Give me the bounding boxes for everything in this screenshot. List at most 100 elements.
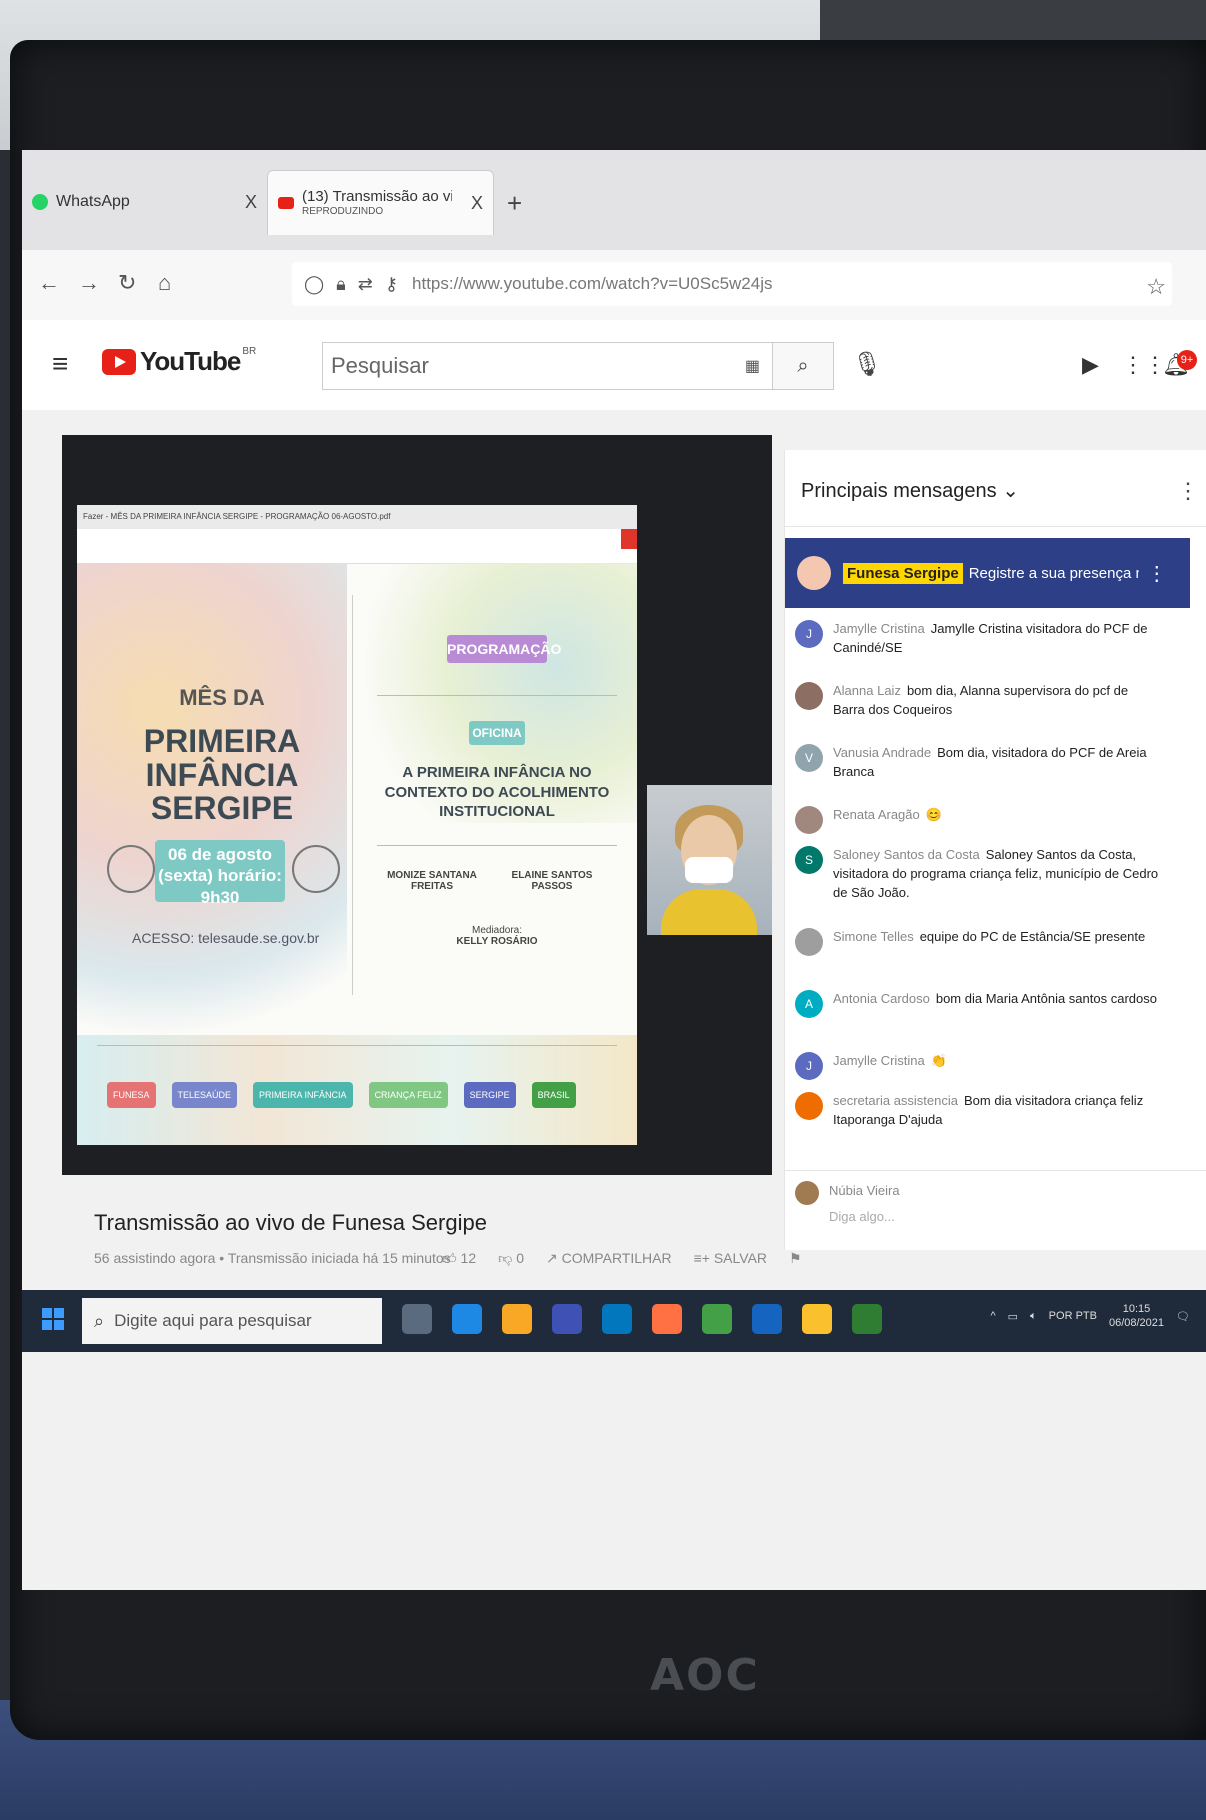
whatsapp-icon xyxy=(32,194,48,210)
chat-text: 👏 xyxy=(930,1053,947,1068)
like-button[interactable]: 👍︎ 12 xyxy=(442,1250,476,1267)
chat-message: A Antonia Cardoso bom dia Maria Antônia s… xyxy=(795,990,1195,1018)
chat-message: V Vanusia Andrade Bom dia, visitadora do … xyxy=(795,744,1195,782)
apps-grid-icon[interactable]: ⋮⋮ xyxy=(1122,352,1166,378)
avatar: J xyxy=(795,620,823,648)
chat-mode-dropdown[interactable]: Principais mensagens ⌄ xyxy=(801,478,1019,503)
create-video-icon[interactable]: ▶︎ xyxy=(1082,352,1099,378)
dislike-button[interactable]: 👎︎ 0 xyxy=(498,1250,524,1267)
reload-icon[interactable]: ↻ xyxy=(118,270,136,296)
new-tab-button[interactable]: + xyxy=(507,188,522,219)
share-icon: ↗ xyxy=(546,1250,558,1266)
volume-icon[interactable]: 🔈︎ xyxy=(1030,1310,1037,1323)
more-options-icon[interactable]: ⋮ xyxy=(1177,478,1199,504)
share-button[interactable]: ↗ COMPARTILHAR xyxy=(546,1250,672,1267)
flag-icon[interactable]: ⚑ xyxy=(789,1250,802,1267)
playlist-add-icon: ≡+ xyxy=(693,1250,710,1266)
notifications-icon[interactable]: 🗨︎ xyxy=(1176,1310,1190,1323)
mail-icon[interactable] xyxy=(602,1304,632,1334)
partner-logo: BRASIL xyxy=(531,1082,576,1108)
keyboard-icon[interactable]: ▦ xyxy=(745,356,760,376)
taskbar-search-input[interactable]: Digite aqui para pesquisar xyxy=(114,1311,312,1331)
back-icon[interactable]: ← xyxy=(38,270,60,296)
youtube-logo[interactable]: YouTube BR xyxy=(102,346,256,377)
windows-start-icon[interactable] xyxy=(42,1308,64,1330)
partner-logo: FUNESA xyxy=(107,1082,156,1108)
home-icon[interactable]: ⌂ xyxy=(158,270,171,296)
chat-author: Antonia Cardoso xyxy=(833,991,930,1006)
bookmark-star-icon[interactable]: ☆ xyxy=(1146,274,1166,300)
shield-icon[interactable]: ◯ xyxy=(304,274,324,295)
firefox-icon[interactable] xyxy=(652,1304,682,1334)
partner-logo: TELESAÚDE xyxy=(171,1082,238,1108)
browser-tab-bar: WhatsApp X (13) Transmissão ao vivo de F… xyxy=(22,150,1206,250)
chat-message: S Saloney Santos da Costa Saloney Santos … xyxy=(795,846,1195,903)
search-button[interactable]: ⌕ xyxy=(772,343,833,389)
presenter-webcam xyxy=(647,785,772,935)
shared-slide: Fazer - MÊS DA PRIMEIRA INFÂNCIA SERGIPE… xyxy=(77,505,637,1145)
windows-taskbar: ⌕ Digite aqui para pesquisar ^ ▭ 🔈︎ POR … xyxy=(22,1290,1206,1352)
chat-header: Principais mensagens ⌄ ⋮ xyxy=(785,450,1206,527)
tab-title: WhatsApp xyxy=(56,193,130,210)
video-meta: 56 assistindo agora • Transmissão inicia… xyxy=(94,1250,451,1266)
video-title: Transmissão ao vivo de Funesa Sergipe xyxy=(94,1210,487,1235)
slide-workshop-tag: OFICINA xyxy=(469,721,525,745)
forward-icon[interactable]: → xyxy=(78,270,100,296)
avatar: J xyxy=(795,1052,823,1080)
close-icon[interactable]: X xyxy=(245,192,257,213)
slide-speaker: ELAINE SANTOS PASSOS xyxy=(511,870,593,892)
key-icon[interactable]: ⚷ xyxy=(385,274,398,295)
pinned-message[interactable]: Funesa Sergipe Registre a sua presença n… xyxy=(785,538,1190,608)
chrome-icon[interactable] xyxy=(802,1304,832,1334)
menu-icon[interactable]: ≡ xyxy=(52,348,68,380)
youtube-play-icon xyxy=(102,348,136,375)
browser-nav-bar: ← → ↻ ⌂ ◯ 🔒︎ ⇄ ⚷ https://www.youtube.com… xyxy=(22,250,1206,321)
address-bar[interactable]: ◯ 🔒︎ ⇄ ⚷ https://www.youtube.com/watch?v… xyxy=(292,262,1172,306)
taskbar-search[interactable]: ⌕ Digite aqui para pesquisar xyxy=(82,1298,382,1344)
clock[interactable]: 10:15 06/08/2021 xyxy=(1109,1302,1164,1331)
slide-partner-logos: FUNESA TELESAÚDE PRIMEIRA INFÂNCIA CRIAN… xyxy=(107,1075,607,1115)
tray-chevron-icon[interactable]: ^ xyxy=(990,1310,995,1322)
tab-title: (13) Transmissão ao vivo de Fun xyxy=(302,189,452,206)
tab-whatsapp[interactable]: WhatsApp X xyxy=(32,170,267,234)
pinned-text: Registre a sua presença n... xyxy=(968,564,1139,582)
language-indicator[interactable]: POR PTB xyxy=(1049,1310,1097,1322)
youtube-icon xyxy=(278,197,294,209)
chat-author: Simone Telles xyxy=(833,929,914,944)
chat-input[interactable]: Diga algo... xyxy=(829,1209,895,1224)
word-icon[interactable] xyxy=(752,1304,782,1334)
video-actions: 👍︎ 12 👎︎ 0 ↗ COMPARTILHAR ≡+ SALVAR ⚑ xyxy=(442,1250,802,1267)
file-explorer-icon[interactable] xyxy=(502,1304,532,1334)
close-icon[interactable]: X xyxy=(471,193,483,214)
search-input[interactable]: Pesquisar xyxy=(331,353,745,379)
chat-author: Jamylle Cristina xyxy=(833,621,925,636)
child-face-icon xyxy=(292,845,340,893)
store-icon[interactable] xyxy=(552,1304,582,1334)
network-icon[interactable]: ▭ xyxy=(1008,1310,1018,1323)
slide-theme: A PRIMEIRA INFÂNCIA NO CONTEXTO DO ACOLH… xyxy=(384,764,610,820)
save-button[interactable]: ≡+ SALVAR xyxy=(694,1250,767,1267)
permissions-icon[interactable]: ⇄ xyxy=(358,274,373,295)
chat-input-author: Núbia Vieira xyxy=(829,1183,900,1198)
chat-text: bom dia Maria Antônia santos cardoso xyxy=(935,991,1157,1006)
chat-author: Jamylle Cristina xyxy=(833,1053,925,1068)
lock-icon[interactable]: 🔒︎ xyxy=(336,274,346,295)
chat-message: Simone Telles equipe do PC de Estância/SE… xyxy=(795,928,1195,956)
monitor-brand: AOC xyxy=(650,1650,760,1701)
edge-icon[interactable] xyxy=(452,1304,482,1334)
tab-youtube[interactable]: (13) Transmissão ao vivo de Fun REPRODUZ… xyxy=(267,170,494,235)
avatar xyxy=(795,928,823,956)
excel-icon[interactable] xyxy=(852,1304,882,1334)
chrome-icon[interactable] xyxy=(702,1304,732,1334)
more-options-icon[interactable]: ⋮ xyxy=(1147,561,1167,586)
chat-message: Alanna Laiz bom dia, Alanna supervisora d… xyxy=(795,682,1195,720)
avatar xyxy=(795,1092,823,1120)
slide-window-title: Fazer - MÊS DA PRIMEIRA INFÂNCIA SERGIPE… xyxy=(77,505,637,529)
thumbs-down-icon: 👎︎ xyxy=(498,1250,513,1266)
task-view-icon[interactable] xyxy=(402,1304,432,1334)
microphone-icon[interactable]: 🎙︎ xyxy=(852,350,882,379)
slide-toolbar xyxy=(77,529,637,564)
chat-message: secretaria assistencia Bom dia visitadora… xyxy=(795,1092,1195,1130)
slide-date: 06 de agosto (sexta) horário: 9h30 xyxy=(155,840,285,907)
video-player[interactable]: Fazer - MÊS DA PRIMEIRA INFÂNCIA SERGIPE… xyxy=(62,435,772,1175)
